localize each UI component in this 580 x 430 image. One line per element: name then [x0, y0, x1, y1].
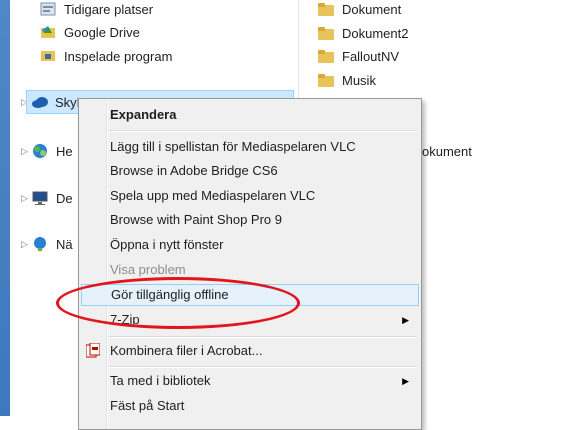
menu-item-include-in-library[interactable]: Ta med i bibliotek ▶	[81, 370, 419, 392]
network-icon	[32, 236, 48, 252]
menu-item-label: Visa problem	[110, 262, 186, 277]
menu-item-7zip[interactable]: 7-Zip ▶	[81, 309, 419, 331]
menu-item-add-to-vlc-playlist[interactable]: Lägg till i spellistan för Mediaspelaren…	[81, 136, 419, 158]
menu-item-label: Browse in Adobe Bridge CS6	[110, 163, 278, 178]
window-edge-strip	[0, 0, 10, 416]
menu-item-play-with-vlc[interactable]: Spela upp med Mediaspelaren VLC	[81, 185, 419, 207]
menu-item-make-available-offline[interactable]: Gör tillgänglig offline	[81, 284, 419, 306]
submenu-arrow-icon: ▶	[402, 376, 409, 386]
menu-item-label: Kombinera filer i Acrobat...	[110, 343, 263, 358]
menu-item-label: Lägg till i spellistan för Mediaspelaren…	[110, 139, 356, 154]
recent-places-icon	[40, 1, 56, 17]
nav-item-label: Inspelade program	[64, 48, 173, 64]
menu-item-pin-to-start[interactable]: Fäst på Start	[81, 395, 419, 417]
nav-item-label: Nä	[56, 236, 73, 252]
nav-item-label: Google Drive	[64, 24, 140, 40]
menu-separator	[109, 366, 418, 368]
acrobat-combine-icon	[85, 342, 101, 359]
menu-item-browse-paint-shop-pro[interactable]: Browse with Paint Shop Pro 9	[81, 209, 419, 231]
folder-icon	[318, 73, 334, 87]
recorded-tv-icon	[40, 48, 56, 64]
file-item-label: FalloutNV	[342, 48, 400, 64]
nav-item-label: Tidigare platser	[64, 1, 154, 17]
file-item[interactable]: Dokument2	[318, 22, 408, 44]
menu-item-show-problems: Visa problem	[81, 259, 419, 281]
menu-item-label: Gör tillgänglig offline	[111, 287, 229, 302]
file-item[interactable]: FalloutNV	[318, 45, 399, 67]
menu-item-label: Ta med i bibliotek	[110, 373, 211, 388]
nav-item-network[interactable]: Nä	[32, 233, 73, 255]
file-item[interactable]: Musik	[318, 69, 376, 91]
nav-item-google-drive[interactable]: Google Drive	[40, 21, 140, 43]
menu-item-label: Browse with Paint Shop Pro 9	[110, 212, 282, 227]
expand-arrow-icon[interactable]: ▷	[21, 239, 31, 249]
menu-item-label: Fäst på Start	[110, 398, 185, 413]
menu-item-combine-acrobat[interactable]: Kombinera filer i Acrobat...	[81, 340, 419, 362]
homegroup-icon	[32, 143, 48, 159]
google-drive-icon	[40, 24, 56, 40]
file-item[interactable]: Dokument	[318, 0, 401, 20]
nav-item-label: De	[56, 190, 73, 206]
menu-item-expand[interactable]: Expandera	[81, 104, 419, 126]
nav-item-recorded-tv[interactable]: Inspelade program	[40, 45, 172, 67]
expand-arrow-icon[interactable]: ▷	[21, 146, 31, 156]
nav-item-computer[interactable]: De	[32, 187, 73, 209]
expand-arrow-icon[interactable]: ▷	[21, 193, 31, 203]
submenu-arrow-icon: ▶	[402, 315, 409, 325]
nav-item-label: He	[56, 143, 73, 159]
menu-separator	[109, 336, 418, 338]
menu-item-label: Öppna i nytt fönster	[110, 237, 224, 252]
context-menu: Expandera Lägg till i spellistan för Med…	[78, 98, 422, 430]
menu-item-open-new-window[interactable]: Öppna i nytt fönster	[81, 234, 419, 256]
menu-item-label: 7-Zip	[110, 312, 140, 327]
file-item[interactable]: okument	[422, 140, 472, 162]
menu-separator	[109, 130, 418, 132]
folder-icon	[318, 49, 334, 63]
file-item-label: Dokument	[342, 1, 402, 17]
file-item-label: okument	[422, 143, 472, 159]
skydrive-cloud-icon	[31, 94, 48, 110]
nav-item-homegroup[interactable]: He	[32, 140, 73, 162]
menu-item-browse-adobe-bridge[interactable]: Browse in Adobe Bridge CS6	[81, 160, 419, 182]
file-item-label: Musik	[342, 72, 376, 88]
folder-icon	[318, 2, 334, 16]
nav-item-recent-places[interactable]: Tidigare platser	[40, 0, 153, 20]
menu-item-label: Expandera	[110, 107, 177, 122]
computer-icon	[32, 190, 48, 206]
folder-icon	[318, 26, 334, 40]
menu-item-label: Spela upp med Mediaspelaren VLC	[110, 188, 316, 203]
file-item-label: Dokument2	[342, 25, 409, 41]
